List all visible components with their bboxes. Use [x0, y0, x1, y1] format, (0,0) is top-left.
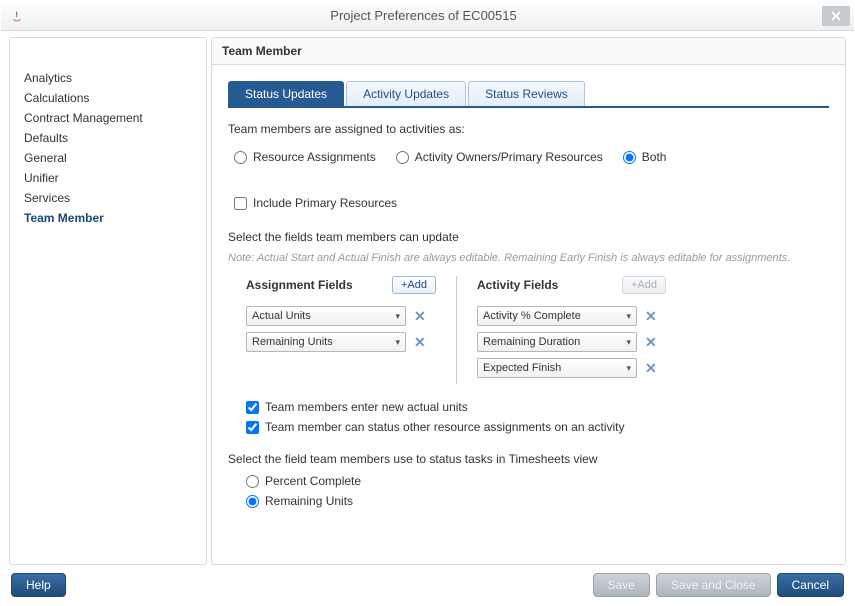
checkbox-include-primary-label[interactable]: Include Primary Resources: [253, 196, 397, 210]
titlebar: Project Preferences of EC00515: [1, 1, 854, 31]
content-panel: Team Member Status Updates Activity Upda…: [211, 37, 846, 565]
radio-percent-complete[interactable]: [246, 475, 259, 488]
assign-intro: Team members are assigned to activities …: [228, 122, 829, 136]
help-button[interactable]: Help: [11, 573, 66, 597]
save-button[interactable]: Save: [593, 573, 650, 597]
chevron-down-icon: ▾: [395, 337, 400, 348]
activity-field-value-1: Remaining Duration: [483, 336, 580, 348]
chevron-down-icon: ▾: [395, 311, 400, 322]
assignment-field-value-0: Actual Units: [252, 310, 311, 322]
radio-remaining-units[interactable]: [246, 495, 259, 508]
checkbox-include-primary[interactable]: [234, 197, 247, 210]
activity-fields-add-button[interactable]: +Add: [622, 276, 666, 294]
footer: Help Save Save and Close Cancel: [1, 569, 854, 605]
radio-activity-owners[interactable]: [396, 151, 409, 164]
sidebar-item-contract-management[interactable]: Contract Management: [20, 108, 196, 128]
checkbox-status-other-label[interactable]: Team member can status other resource as…: [265, 420, 625, 434]
activity-fields-header: Activity Fields: [477, 278, 558, 292]
sidebar: Analytics Calculations Contract Manageme…: [9, 37, 207, 565]
chevron-down-icon: ▾: [626, 337, 631, 348]
checks-block: Team members enter new actual units Team…: [246, 400, 829, 434]
activity-fields-col: Activity Fields +Add Activity % Complete…: [456, 276, 666, 384]
tab-activity-updates[interactable]: Activity Updates: [346, 81, 466, 106]
sidebar-item-defaults[interactable]: Defaults: [20, 128, 196, 148]
sidebar-item-services[interactable]: Services: [20, 188, 196, 208]
content-header: Team Member: [212, 38, 845, 65]
activity-field-remove-0[interactable]: ✕: [645, 308, 657, 325]
sidebar-item-general[interactable]: General: [20, 148, 196, 168]
timesheet-intro: Select the field team members use to sta…: [228, 452, 829, 466]
radio-remaining-units-label[interactable]: Remaining Units: [265, 494, 353, 508]
activity-field-select-1[interactable]: Remaining Duration ▾: [477, 332, 637, 352]
activity-field-select-0[interactable]: Activity % Complete ▾: [477, 306, 637, 326]
assign-radio-group: Resource Assignments Activity Owners/Pri…: [234, 144, 829, 216]
assignment-fields-add-button[interactable]: +Add: [392, 276, 436, 294]
window-body: Analytics Calculations Contract Manageme…: [1, 31, 854, 569]
activity-field-value-0: Activity % Complete: [483, 310, 581, 322]
assignment-field-remove-0[interactable]: ✕: [414, 308, 426, 325]
tabs: Status Updates Activity Updates Status R…: [228, 81, 829, 108]
checkbox-enter-new-units-label[interactable]: Team members enter new actual units: [265, 400, 468, 414]
checkbox-status-other[interactable]: [246, 421, 259, 434]
sidebar-item-unifier[interactable]: Unifier: [20, 168, 196, 188]
assignment-field-select-1[interactable]: Remaining Units ▾: [246, 332, 406, 352]
window-title: Project Preferences of EC00515: [25, 8, 822, 23]
radio-activity-owners-label[interactable]: Activity Owners/Primary Resources: [415, 150, 603, 164]
sidebar-item-team-member[interactable]: Team Member: [20, 208, 196, 228]
checkbox-enter-new-units[interactable]: [246, 401, 259, 414]
chevron-down-icon: ▾: [626, 363, 631, 374]
cancel-button[interactable]: Cancel: [777, 573, 844, 597]
activity-field-value-2: Expected Finish: [483, 362, 561, 374]
timesheet-block: Select the field team members use to sta…: [228, 452, 829, 508]
activity-field-remove-2[interactable]: ✕: [645, 360, 657, 377]
radio-resource-assignments[interactable]: [234, 151, 247, 164]
radio-both[interactable]: [623, 151, 636, 164]
radio-resource-assignments-label[interactable]: Resource Assignments: [253, 150, 376, 164]
java-icon: [9, 8, 25, 24]
fields-row: Assignment Fields +Add Actual Units ▾ ✕: [246, 276, 829, 384]
assignment-fields-col: Assignment Fields +Add Actual Units ▾ ✕: [246, 276, 456, 384]
chevron-down-icon: ▾: [626, 311, 631, 322]
assignment-fields-header: Assignment Fields: [246, 278, 353, 292]
fields-intro: Select the fields team members can updat…: [228, 230, 829, 244]
tab-status-reviews[interactable]: Status Reviews: [468, 81, 585, 106]
sidebar-item-calculations[interactable]: Calculations: [20, 88, 196, 108]
window-close-button[interactable]: [822, 6, 850, 26]
activity-field-select-2[interactable]: Expected Finish ▾: [477, 358, 637, 378]
radio-both-label[interactable]: Both: [642, 150, 667, 164]
fields-note: Note: Actual Start and Actual Finish are…: [228, 252, 829, 264]
content-body: Status Updates Activity Updates Status R…: [212, 65, 845, 564]
assignment-field-remove-1[interactable]: ✕: [414, 334, 426, 351]
assignment-field-value-1: Remaining Units: [252, 336, 333, 348]
activity-field-remove-1[interactable]: ✕: [645, 334, 657, 351]
tab-status-updates[interactable]: Status Updates: [228, 81, 344, 106]
assignment-field-select-0[interactable]: Actual Units ▾: [246, 306, 406, 326]
preferences-window: Project Preferences of EC00515 Analytics…: [0, 0, 855, 606]
save-and-close-button[interactable]: Save and Close: [656, 573, 771, 597]
radio-percent-complete-label[interactable]: Percent Complete: [265, 474, 361, 488]
sidebar-item-analytics[interactable]: Analytics: [20, 68, 196, 88]
